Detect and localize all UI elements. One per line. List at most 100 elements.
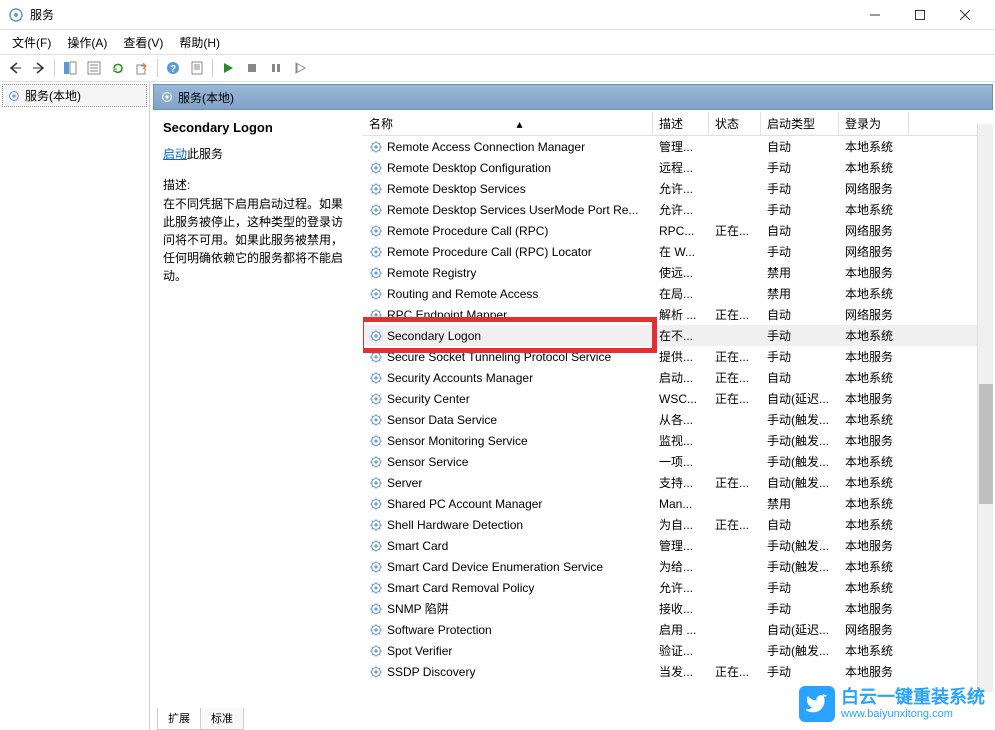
service-row[interactable]: RPC Endpoint Mapper解析 ...正在...自动网络服务 [363,304,993,325]
service-row[interactable]: Sensor Data Service从各...手动(触发...本地系统 [363,409,993,430]
service-row[interactable]: Smart Card Removal Policy允许...手动本地系统 [363,577,993,598]
scrollbar-thumb[interactable] [979,384,993,504]
detail-service-name: Secondary Logon [163,120,353,135]
stop-service-button[interactable] [241,57,263,79]
column-description[interactable]: 描述 [653,112,709,135]
menu-help[interactable]: 帮助(H) [171,32,228,53]
service-logon-cell: 本地系统 [839,516,909,533]
column-logon-as[interactable]: 登录为 [839,112,909,135]
minimize-button[interactable] [852,0,897,29]
service-row[interactable]: Remote Procedure Call (RPC)RPC...正在...自动… [363,220,993,241]
service-status-cell: 正在... [709,306,761,323]
forward-button[interactable] [28,57,50,79]
menu-view[interactable]: 查看(V) [115,32,171,53]
service-row[interactable]: Software Protection启用 ...自动(延迟...网络服务 [363,619,993,640]
service-row[interactable]: Remote Desktop Configuration远程...手动本地系统 [363,157,993,178]
service-row[interactable]: Smart Card Device Enumeration Service为给.… [363,556,993,577]
service-name: Security Accounts Manager [387,371,533,385]
detail-pane: Secondary Logon 启动此服务 描述: 在不同凭据下启用启动过程。如… [153,112,363,708]
service-row[interactable]: Remote Registry使远...禁用本地服务 [363,262,993,283]
service-logon-cell: 本地系统 [839,474,909,491]
pause-service-button[interactable] [265,57,287,79]
export-button[interactable] [131,57,153,79]
service-name-cell: Shared PC Account Manager [363,497,653,511]
service-row[interactable]: Remote Desktop Services UserMode Port Re… [363,199,993,220]
service-name: Routing and Remote Access [387,287,538,301]
service-desc-cell: 启用 ... [653,621,709,638]
restart-service-button[interactable] [289,57,311,79]
service-name-cell: Shell Hardware Detection [363,518,653,532]
tree-root-services[interactable]: 服务(本地) [2,84,147,107]
start-service-button[interactable] [217,57,239,79]
service-desc-cell: 管理... [653,537,709,554]
list-body: Remote Access Connection Manager管理...自动本… [363,136,993,682]
service-logon-cell: 本地服务 [839,537,909,554]
service-row[interactable]: Remote Desktop Services允许...手动网络服务 [363,178,993,199]
service-desc-cell: 一项... [653,453,709,470]
refresh-button[interactable] [107,57,129,79]
service-desc-cell: 为自... [653,516,709,533]
service-name: Sensor Monitoring Service [387,434,528,448]
service-name: Sensor Service [387,455,468,469]
service-row[interactable]: Secure Socket Tunneling Protocol Service… [363,346,993,367]
service-desc-cell: 在不... [653,327,709,344]
service-row[interactable]: Security CenterWSC...正在...自动(延迟...本地服务 [363,388,993,409]
service-logon-cell: 网络服务 [839,306,909,323]
service-row[interactable]: Remote Procedure Call (RPC) Locator在 W..… [363,241,993,262]
column-name[interactable]: 名称▴ [363,112,653,135]
tab-standard[interactable]: 标准 [200,708,244,730]
app-icon [8,7,24,23]
gear-icon [369,371,383,385]
sort-ascending-icon: ▴ [516,117,522,131]
service-desc-cell: 解析 ... [653,306,709,323]
service-name: Secure Socket Tunneling Protocol Service [387,350,611,364]
back-button[interactable] [4,57,26,79]
gear-icon [369,539,383,553]
start-service-link[interactable]: 启动 [163,147,187,161]
column-status[interactable]: 状态 [709,112,761,135]
service-startup-cell: 手动 [761,327,839,344]
watermark: 白云一键重装系统 www.baiyunxitong.com [799,686,985,722]
service-row[interactable]: Sensor Monitoring Service监视...手动(触发...本地… [363,430,993,451]
column-startup-type[interactable]: 启动类型 [761,112,839,135]
gear-icon [7,89,21,103]
service-row[interactable]: Spot Verifier验证...手动(触发...本地系统 [363,640,993,661]
service-name-cell: Security Center [363,392,653,406]
service-name: Remote Procedure Call (RPC) [387,224,548,238]
maximize-button[interactable] [897,0,942,29]
service-name-cell: SNMP 陷阱 [363,600,653,617]
service-logon-cell: 本地系统 [839,201,909,218]
gear-icon [369,182,383,196]
service-row[interactable]: Shell Hardware Detection为自...正在...自动本地系统 [363,514,993,535]
service-name-cell: Software Protection [363,623,653,637]
menu-file[interactable]: 文件(F) [4,32,59,53]
close-button[interactable] [942,0,987,29]
properties-sheet-button[interactable] [186,57,208,79]
service-row[interactable]: Sensor Service一项...手动(触发...本地系统 [363,451,993,472]
service-row[interactable]: Shared PC Account ManagerMan...禁用本地系统 [363,493,993,514]
service-row[interactable]: Remote Access Connection Manager管理...自动本… [363,136,993,157]
service-row[interactable]: Secondary Logon在不...手动本地系统 [363,325,993,346]
menu-action[interactable]: 操作(A) [59,32,115,53]
service-name: Software Protection [387,623,492,637]
service-startup-cell: 手动 [761,348,839,365]
service-row[interactable]: Security Accounts Manager启动...正在...自动本地系… [363,367,993,388]
gear-icon [369,350,383,364]
show-hide-tree-button[interactable] [59,57,81,79]
properties-button[interactable] [83,57,105,79]
service-startup-cell: 手动 [761,180,839,197]
vertical-scrollbar[interactable] [977,124,993,692]
toolbar-separator [157,59,158,77]
service-row[interactable]: SSDP Discovery当发...正在...手动本地服务 [363,661,993,682]
tab-extended[interactable]: 扩展 [157,708,201,730]
service-row[interactable]: SNMP 陷阱接收...手动本地服务 [363,598,993,619]
service-row[interactable]: Server支持...正在...自动(触发...本地系统 [363,472,993,493]
toolbar-separator [54,59,55,77]
service-name-cell: Smart Card [363,539,653,553]
service-row[interactable]: Routing and Remote Access在局...禁用本地系统 [363,283,993,304]
gear-icon [369,413,383,427]
pane-header: 服务(本地) [153,84,993,110]
help-button[interactable]: ? [162,57,184,79]
service-row[interactable]: Smart Card管理...手动(触发...本地服务 [363,535,993,556]
service-logon-cell: 本地服务 [839,663,909,680]
